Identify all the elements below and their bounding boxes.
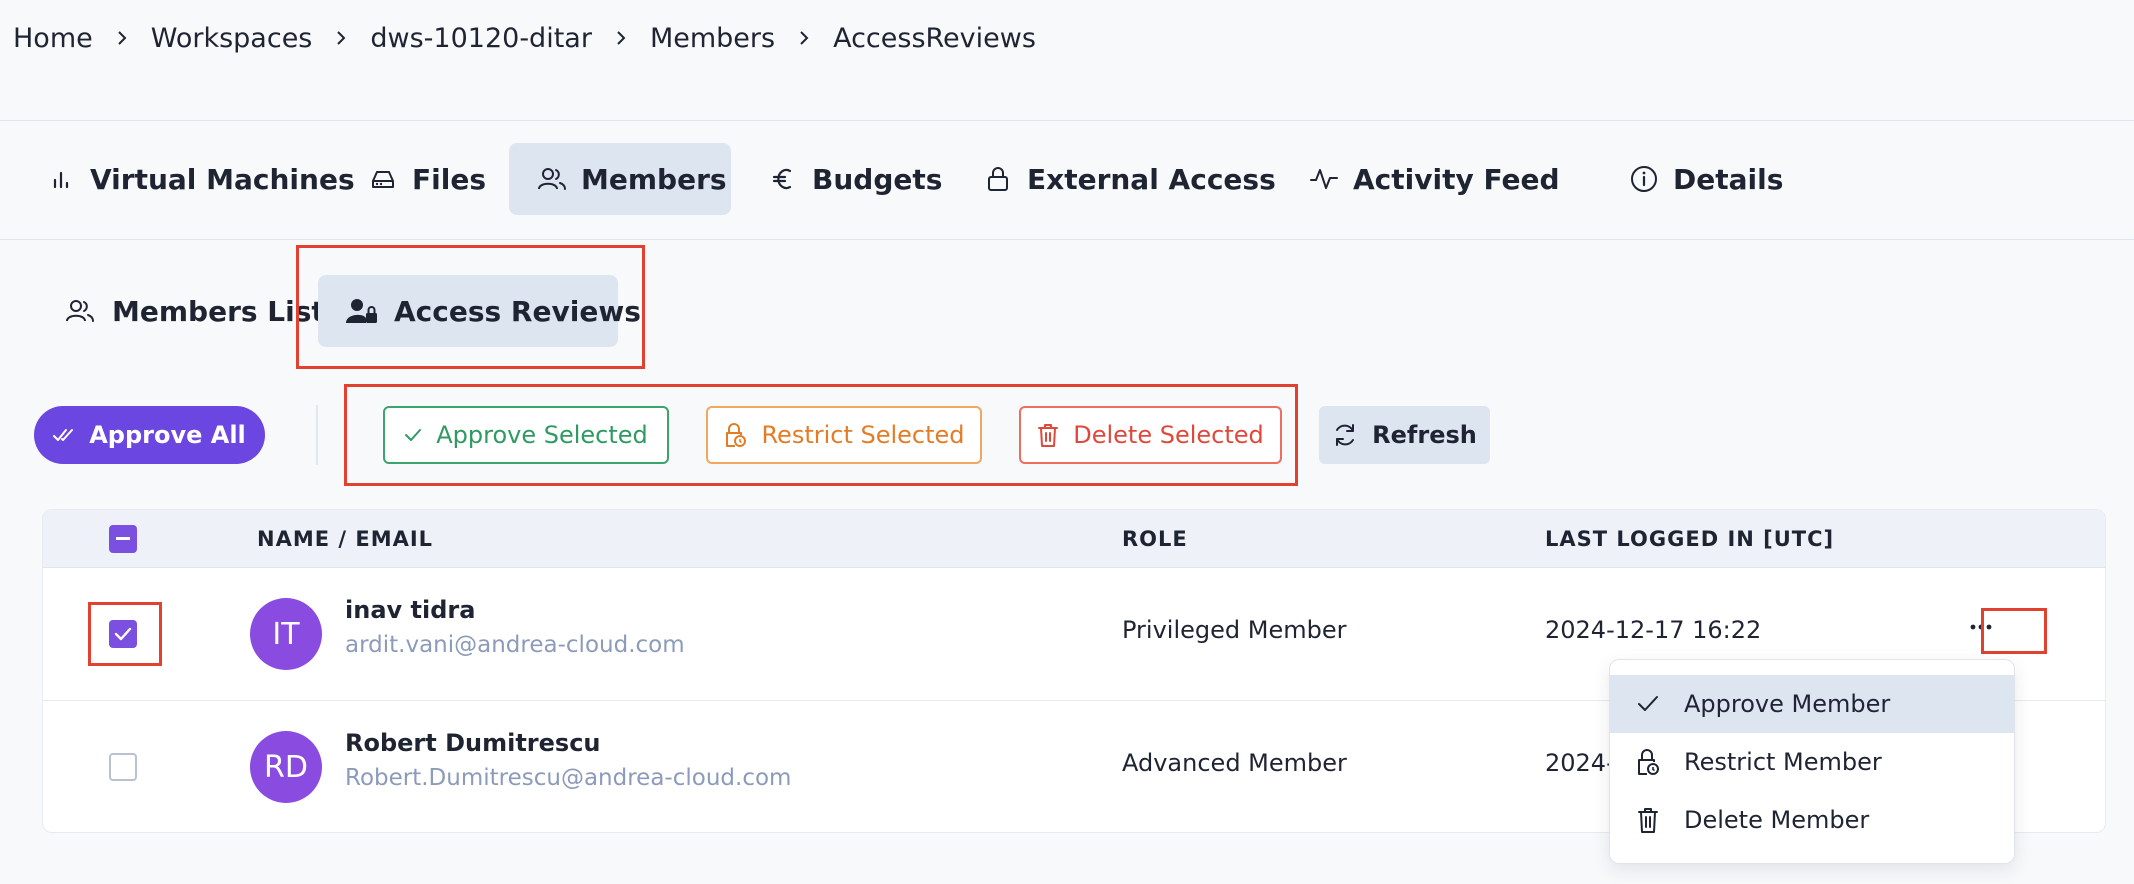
approve-selected-label: Approve Selected <box>436 421 648 449</box>
refresh-icon <box>1332 422 1358 448</box>
menu-item-label: Approve Member <box>1684 690 1891 718</box>
subtab-label: Members List <box>112 294 325 328</box>
lock-clock-icon <box>1634 748 1662 776</box>
member-role: Advanced Member <box>1122 749 1347 777</box>
row-checkbox[interactable] <box>109 753 137 781</box>
member-last-login: 2024-12-17 16:22 <box>1545 616 1762 644</box>
column-header-name[interactable]: NAME / EMAIL <box>257 527 433 551</box>
select-all-checkbox[interactable] <box>109 525 137 553</box>
bar-chart-icon <box>46 164 76 194</box>
member-name: Robert Dumitrescu <box>345 729 601 757</box>
breadcrumb-home[interactable]: Home <box>13 23 93 54</box>
row-actions-menu: Approve Member Restrict Member Delete Me… <box>1609 659 2015 864</box>
tab-label: Activity Feed <box>1353 162 1560 196</box>
refresh-button[interactable]: Refresh <box>1319 406 1490 464</box>
menu-item-label: Restrict Member <box>1684 748 1882 776</box>
user-lock-icon <box>346 295 378 327</box>
restrict-selected-label: Restrict Selected <box>761 421 965 449</box>
chevron-right-icon <box>312 29 370 47</box>
menu-item-label: Delete Member <box>1684 806 1870 834</box>
euro-icon <box>768 164 798 194</box>
lock-icon <box>983 164 1013 194</box>
row-checkbox[interactable] <box>109 620 137 648</box>
breadcrumb-workspace[interactable]: dws-10120-ditar <box>370 23 592 54</box>
activity-icon <box>1309 164 1339 194</box>
subtab-label: Access Reviews <box>394 294 641 328</box>
chevron-right-icon <box>592 29 650 47</box>
menu-item-restrict-member[interactable]: Restrict Member <box>1610 733 2014 791</box>
column-header-role[interactable]: ROLE <box>1122 527 1188 551</box>
member-role: Privileged Member <box>1122 616 1347 644</box>
delete-selected-label: Delete Selected <box>1073 421 1264 449</box>
users-icon <box>64 295 96 327</box>
double-check-icon <box>53 427 75 443</box>
menu-item-approve-member[interactable]: Approve Member <box>1610 675 2014 733</box>
tab-activity-feed[interactable]: Activity Feed <box>1281 143 1588 215</box>
breadcrumb: Home Workspaces dws-10120-ditar Members … <box>13 18 1036 58</box>
tab-budgets[interactable]: Budgets <box>740 143 970 215</box>
breadcrumb-workspaces[interactable]: Workspaces <box>151 23 313 54</box>
table-header: NAME / EMAIL ROLE LAST LOGGED IN [UTC] <box>43 510 2105 568</box>
lock-clock-icon <box>723 422 747 448</box>
trash-icon <box>1634 806 1662 834</box>
approve-all-label: Approve All <box>89 421 246 449</box>
approve-all-button[interactable]: Approve All <box>34 406 265 464</box>
tab-label: Members <box>581 162 727 196</box>
menu-item-delete-member[interactable]: Delete Member <box>1610 791 2014 849</box>
tab-members[interactable]: Members <box>509 143 731 215</box>
delete-selected-button[interactable]: Delete Selected <box>1019 406 1282 464</box>
member-email: ardit.vani@andrea-cloud.com <box>345 632 685 658</box>
tab-files[interactable]: Files <box>340 143 514 215</box>
info-icon <box>1629 164 1659 194</box>
tab-label: Virtual Machines <box>90 162 355 196</box>
tab-details[interactable]: Details <box>1601 143 1811 215</box>
toolbar-divider <box>316 405 318 465</box>
avatar: IT <box>250 598 322 670</box>
member-email: Robert.Dumitrescu@andrea-cloud.com <box>345 765 792 791</box>
approve-selected-button[interactable]: Approve Selected <box>383 406 669 464</box>
chevron-right-icon <box>93 29 151 47</box>
member-last-login: 2024- <box>1545 749 1615 777</box>
check-icon <box>1634 690 1662 718</box>
member-name: inav tidra <box>345 596 476 624</box>
tab-label: External Access <box>1027 162 1276 196</box>
subtab-members-list[interactable]: Members List <box>36 275 353 347</box>
chevron-right-icon <box>775 29 833 47</box>
tab-external-access[interactable]: External Access <box>955 143 1304 215</box>
subtab-access-reviews[interactable]: Access Reviews <box>318 275 641 347</box>
drive-icon <box>368 164 398 194</box>
refresh-label: Refresh <box>1372 421 1477 449</box>
avatar: RD <box>250 731 322 803</box>
more-horizontal-icon <box>1970 624 1992 630</box>
tab-label: Files <box>412 162 486 196</box>
breadcrumb-members[interactable]: Members <box>650 23 775 54</box>
users-icon <box>537 164 567 194</box>
main-tab-bar: Virtual Machines Files Members Budgets E… <box>0 120 2134 240</box>
breadcrumb-current: AccessReviews <box>833 22 1036 54</box>
tab-virtual-machines[interactable]: Virtual Machines <box>18 143 383 215</box>
tab-label: Budgets <box>812 162 943 196</box>
trash-icon <box>1037 422 1059 448</box>
check-icon <box>404 428 422 442</box>
column-header-last-login[interactable]: LAST LOGGED IN [UTC] <box>1545 527 1834 551</box>
tab-label: Details <box>1673 162 1784 196</box>
row-actions-button[interactable] <box>1960 606 2002 648</box>
restrict-selected-button[interactable]: Restrict Selected <box>706 406 982 464</box>
